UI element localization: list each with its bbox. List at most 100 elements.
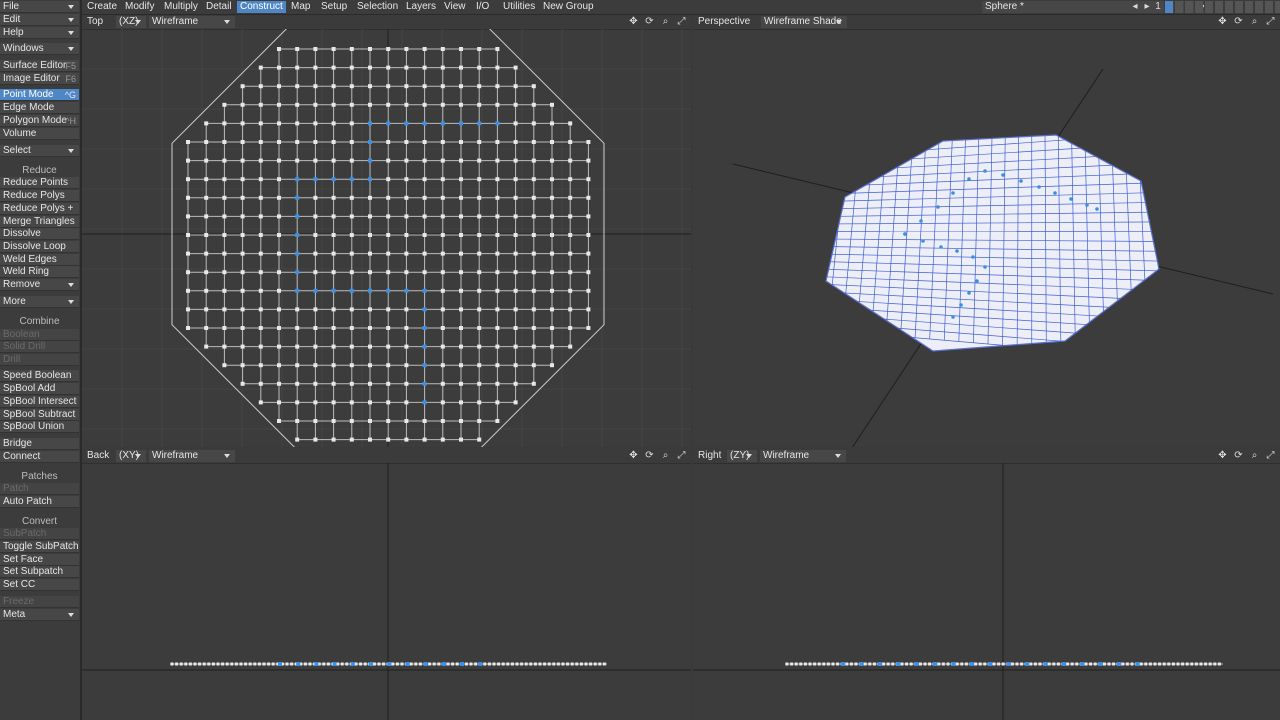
connect-button[interactable]: Connect bbox=[0, 451, 79, 463]
layer-11-toggle[interactable] bbox=[1264, 1, 1273, 13]
layer-8-toggle[interactable] bbox=[1234, 1, 1243, 13]
image-editor-button[interactable]: Image Editor F6 bbox=[0, 73, 79, 85]
layer-1-toggle[interactable] bbox=[1164, 1, 1173, 13]
tab-selection[interactable]: Selection bbox=[354, 1, 401, 13]
move-view-icon[interactable]: ✥ bbox=[1216, 16, 1229, 28]
toggle-subpatch-button[interactable]: Toggle SubPatch bbox=[0, 541, 79, 553]
layer-12-toggle[interactable] bbox=[1274, 1, 1280, 13]
layer-7-toggle[interactable] bbox=[1224, 1, 1233, 13]
dissolve-button[interactable]: Dissolve bbox=[0, 228, 79, 240]
dissolve-loop-button[interactable]: Dissolve Loop bbox=[0, 241, 79, 253]
tab-view[interactable]: View bbox=[441, 1, 469, 13]
viewport-perspective-view-label[interactable]: Perspective bbox=[695, 16, 750, 28]
layer-6-toggle[interactable] bbox=[1214, 1, 1223, 13]
viewport-back-axis-dropdown[interactable]: (XY) bbox=[116, 450, 146, 462]
layer-5-toggle[interactable] bbox=[1204, 1, 1213, 13]
viewport-right-mode-dropdown[interactable]: Wireframe bbox=[760, 450, 846, 462]
rotate-view-icon[interactable]: ⟳ bbox=[643, 450, 656, 462]
set-cc-button[interactable]: Set CC bbox=[0, 579, 79, 591]
rotate-view-icon[interactable]: ⟳ bbox=[643, 16, 656, 28]
perspective-view-canvas[interactable] bbox=[693, 29, 1280, 447]
reduce-points-button[interactable]: Reduce Points bbox=[0, 177, 79, 189]
rotate-view-icon[interactable]: ⟳ bbox=[1232, 450, 1245, 462]
tab-utilities[interactable]: Utilities bbox=[500, 1, 538, 13]
tab-create[interactable]: Create bbox=[84, 1, 120, 13]
point-mode-button[interactable]: Point Mode ^G bbox=[0, 89, 79, 101]
bridge-button[interactable]: Bridge bbox=[0, 438, 79, 450]
zoom-view-icon[interactable]: ⌕ bbox=[1248, 450, 1261, 462]
edge-mode-button[interactable]: Edge Mode bbox=[0, 102, 79, 114]
viewport-right[interactable]: Right (ZY) Wireframe ✥ ⟳ ⌕ ⤢ bbox=[693, 449, 1280, 720]
viewport-perspective[interactable]: Perspective Wireframe Shade ✥ ⟳ ⌕ ⤢ bbox=[693, 15, 1280, 447]
zoom-view-icon[interactable]: ⌕ bbox=[659, 450, 672, 462]
volume-mode-button[interactable]: Volume bbox=[0, 128, 79, 140]
spbool-union-button[interactable]: SpBool Union bbox=[0, 421, 79, 433]
viewport-back-mode-dropdown[interactable]: Wireframe bbox=[149, 450, 235, 462]
layer-number: 1 bbox=[1155, 1, 1161, 12]
viewport-right-view-label[interactable]: Right bbox=[695, 450, 721, 462]
weld-edges-button[interactable]: Weld Edges bbox=[0, 254, 79, 266]
maximize-view-icon[interactable]: ⤢ bbox=[675, 16, 688, 28]
move-view-icon[interactable]: ✥ bbox=[627, 450, 640, 462]
tab-multiply[interactable]: Multiply bbox=[161, 1, 201, 13]
right-view-canvas[interactable] bbox=[693, 463, 1280, 720]
layer-10-toggle[interactable] bbox=[1254, 1, 1263, 13]
top-view-canvas[interactable] bbox=[82, 29, 691, 447]
maximize-view-icon[interactable]: ⤢ bbox=[1264, 450, 1277, 462]
viewport-top-mode-dropdown[interactable]: Wireframe bbox=[149, 16, 235, 28]
tab-detail[interactable]: Detail bbox=[203, 1, 235, 13]
tab-new-group[interactable]: New Group bbox=[540, 1, 597, 13]
tab-map[interactable]: Map bbox=[288, 1, 313, 13]
layer-9-toggle[interactable] bbox=[1244, 1, 1253, 13]
zoom-view-icon[interactable]: ⌕ bbox=[659, 16, 672, 28]
reduce-polys-button[interactable]: Reduce Polys bbox=[0, 190, 79, 202]
move-view-icon[interactable]: ✥ bbox=[627, 16, 640, 28]
mesh-point bbox=[368, 363, 372, 368]
set-face-button[interactable]: Set Face bbox=[0, 554, 79, 566]
mesh-point bbox=[459, 65, 463, 70]
viewport-right-axis-dropdown[interactable]: (ZY) bbox=[727, 450, 757, 462]
next-layer-icon[interactable]: ▸ bbox=[1142, 1, 1152, 13]
help-menu[interactable]: Help bbox=[0, 27, 79, 39]
maximize-view-icon[interactable]: ⤢ bbox=[1264, 16, 1277, 28]
edit-menu[interactable]: Edit bbox=[0, 14, 79, 26]
viewport-top[interactable]: Top (XZ) Wireframe ✥ ⟳ ⌕ ⤢ bbox=[82, 15, 691, 447]
file-menu[interactable]: File bbox=[0, 1, 79, 13]
speed-boolean-button[interactable]: Speed Boolean bbox=[0, 370, 79, 382]
viewport-perspective-mode-dropdown[interactable]: Wireframe Shade bbox=[761, 16, 847, 28]
merge-triangles-button[interactable]: Merge Triangles bbox=[0, 216, 79, 228]
tab-setup[interactable]: Setup bbox=[318, 1, 350, 13]
surface-editor-button[interactable]: Surface Editor F5 bbox=[0, 60, 79, 72]
viewport-back[interactable]: Back (XY) Wireframe ✥ ⟳ ⌕ ⤢ bbox=[82, 449, 691, 720]
meta-menu[interactable]: Meta bbox=[0, 609, 79, 621]
spbool-add-button[interactable]: SpBool Add bbox=[0, 383, 79, 395]
spbool-subtract-button[interactable]: SpBool Subtract bbox=[0, 409, 79, 421]
zoom-view-icon[interactable]: ⌕ bbox=[1248, 16, 1261, 28]
layer-4-toggle[interactable] bbox=[1194, 1, 1203, 13]
polygon-mode-button[interactable]: Polygon Mode ^H bbox=[0, 115, 79, 127]
tab-modify[interactable]: Modify bbox=[122, 1, 157, 13]
auto-patch-button[interactable]: Auto Patch bbox=[0, 496, 79, 508]
select-menu[interactable]: Select bbox=[0, 145, 79, 157]
tab-layers[interactable]: Layers bbox=[403, 1, 439, 13]
weld-ring-button[interactable]: Weld Ring bbox=[0, 266, 79, 278]
windows-menu[interactable]: Windows bbox=[0, 43, 79, 55]
reduce-polys-plus-button[interactable]: Reduce Polys + bbox=[0, 203, 79, 215]
rotate-view-icon[interactable]: ⟳ bbox=[1232, 16, 1245, 28]
back-view-canvas[interactable] bbox=[82, 463, 691, 720]
maximize-view-icon[interactable]: ⤢ bbox=[675, 450, 688, 462]
set-subpatch-button[interactable]: Set Subpatch bbox=[0, 566, 79, 578]
viewport-top-view-label[interactable]: Top bbox=[84, 16, 103, 28]
remove-menu[interactable]: Remove bbox=[0, 279, 79, 291]
spbool-intersect-button[interactable]: SpBool Intersect bbox=[0, 396, 79, 408]
tab-construct[interactable]: Construct bbox=[237, 1, 286, 13]
viewport-top-axis-dropdown[interactable]: (XZ) bbox=[116, 16, 146, 28]
viewport-back-view-label[interactable]: Back bbox=[84, 450, 109, 462]
prev-layer-icon[interactable]: ◂ bbox=[1130, 1, 1140, 13]
move-view-icon[interactable]: ✥ bbox=[1216, 450, 1229, 462]
layer-3-toggle[interactable] bbox=[1184, 1, 1193, 13]
layer-2-toggle[interactable] bbox=[1174, 1, 1183, 13]
tab-io[interactable]: I/O bbox=[473, 1, 492, 13]
more-menu[interactable]: More bbox=[0, 296, 79, 308]
mesh-point bbox=[386, 195, 391, 200]
